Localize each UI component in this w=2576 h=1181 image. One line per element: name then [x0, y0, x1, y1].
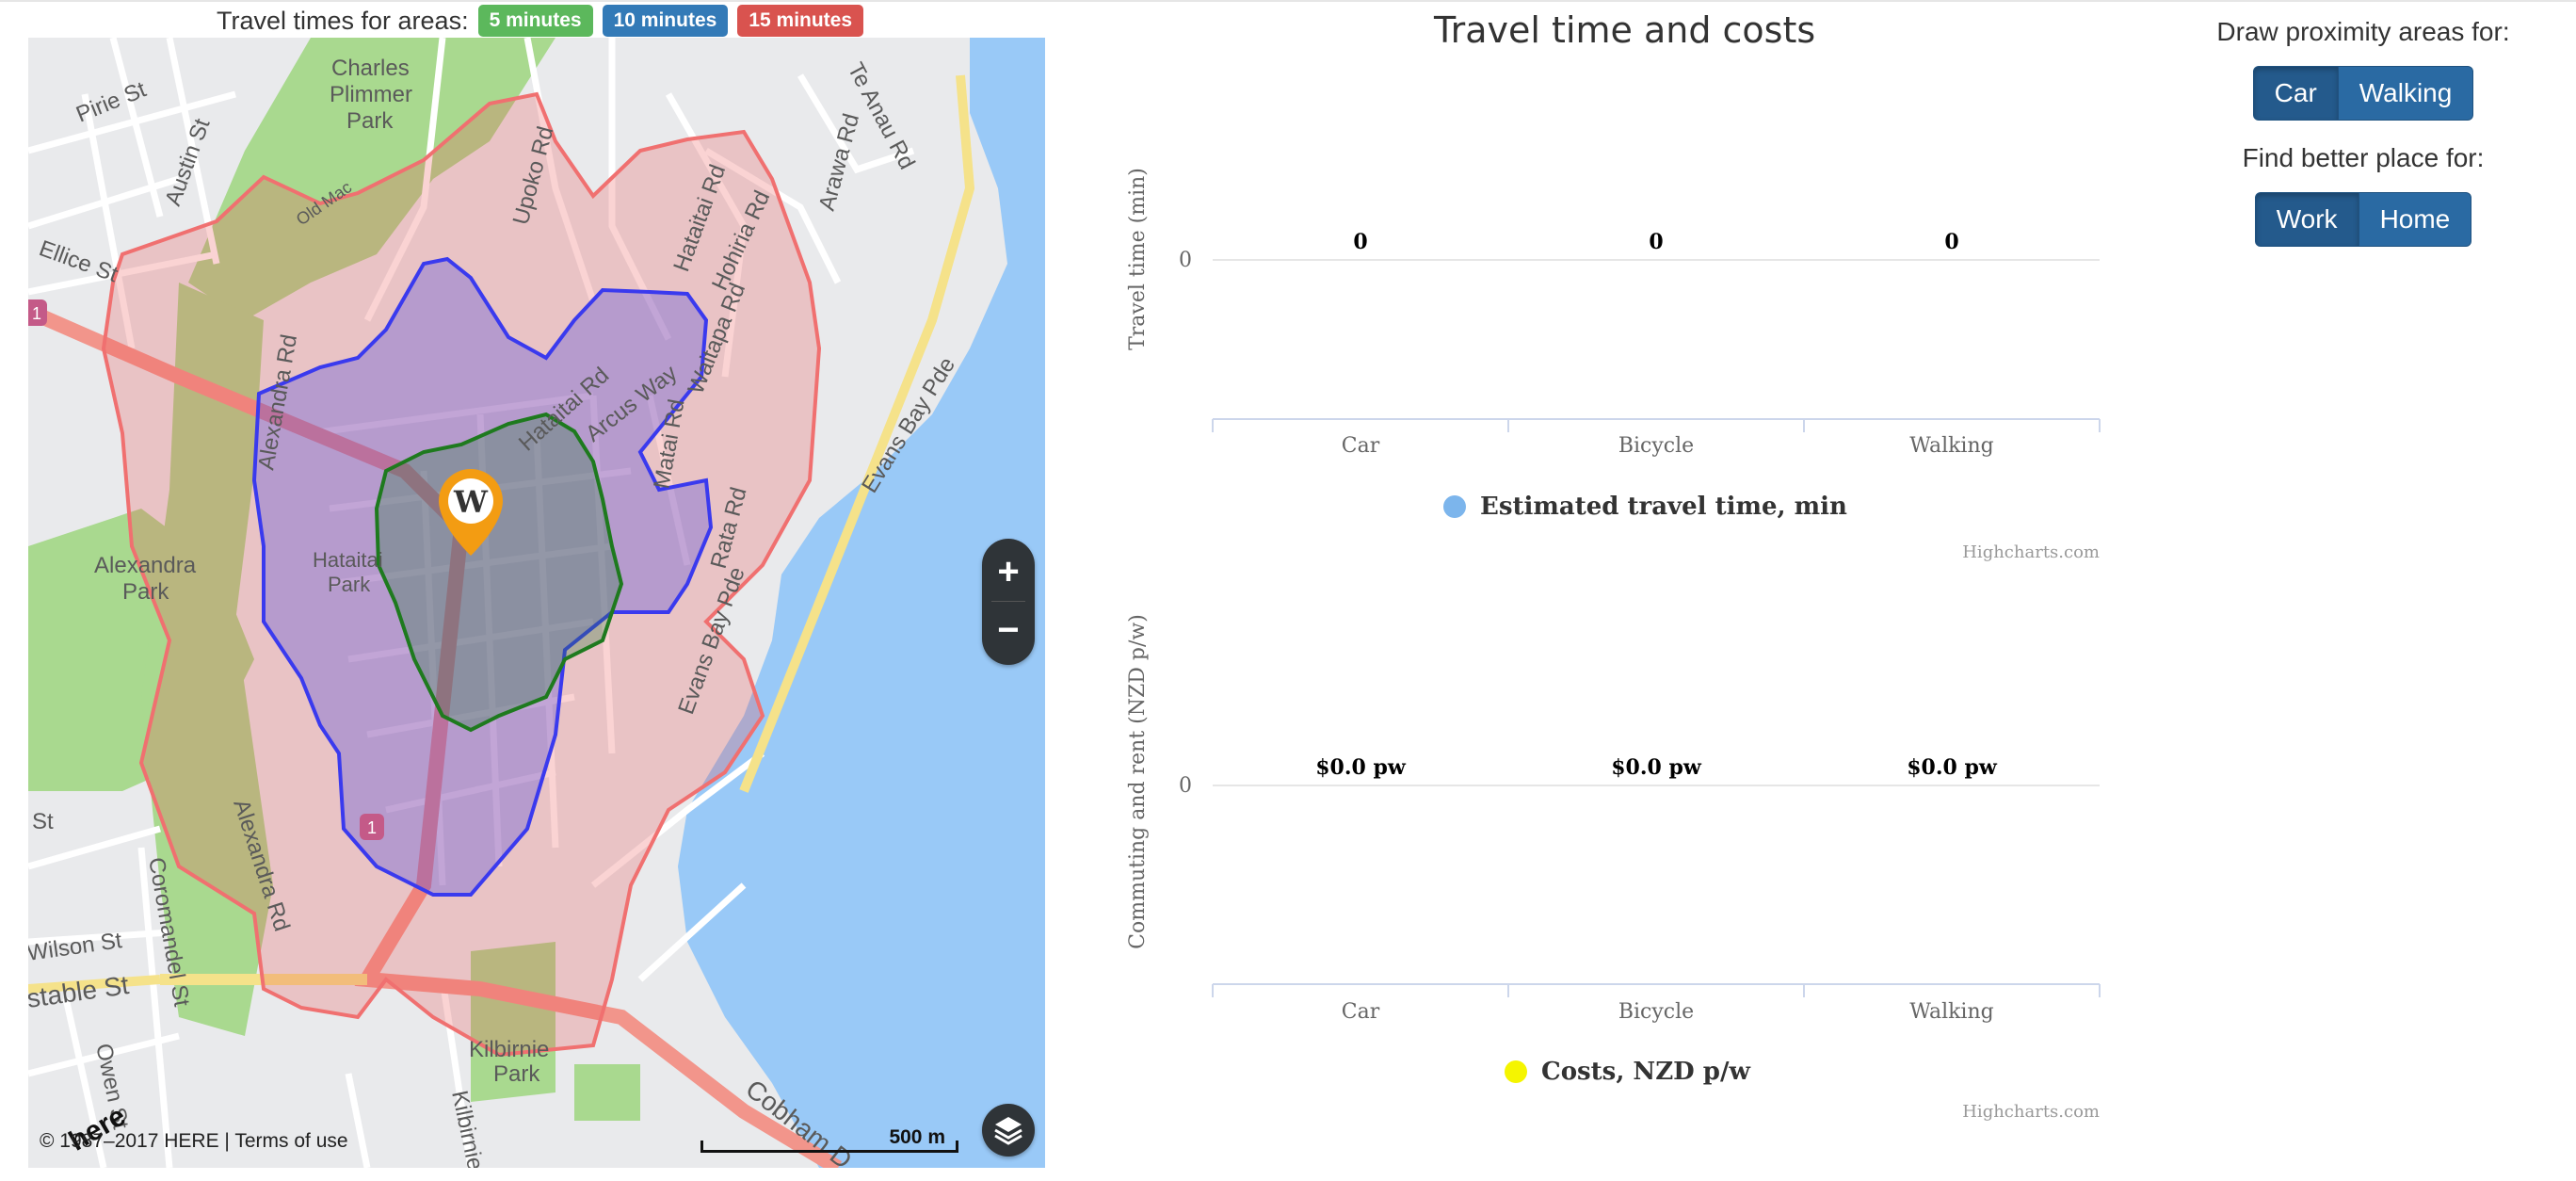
park-label: Plimmer [330, 82, 412, 107]
y-axis-label: Commuting and rent (NZD p/w) [1126, 614, 1150, 949]
y-tick-label: 0 [1179, 249, 1192, 272]
map-copyright[interactable]: © 1987–2017 HERE | Terms of use [40, 1130, 348, 1153]
zoom-in-button[interactable]: + [982, 546, 1035, 597]
car-button[interactable]: Car [2252, 66, 2339, 121]
x-axis-ticks [1212, 419, 2101, 432]
y-axis-label: Travel time (min) [1126, 168, 1150, 350]
data-label: $0.0 pw [1315, 755, 1407, 780]
street-label: Kilbirnie Cres [446, 1089, 499, 1168]
better-place-button-group: Work Home [2254, 192, 2472, 247]
category-labels: Car Bicycle Walking [1342, 1000, 1994, 1024]
category-label: Walking [1909, 1000, 1993, 1024]
park-label: Hataitai [313, 548, 383, 572]
legend-item[interactable]: Estimated travel time, min [1480, 493, 1847, 521]
park-label: Park [328, 573, 371, 596]
highcharts-credits[interactable]: Highcharts.com [1962, 542, 2100, 562]
legend-item[interactable]: Costs, NZD p/w [1541, 1058, 1750, 1086]
x-axis-ticks [1212, 984, 2101, 997]
data-label: 0 [1649, 230, 1663, 254]
badge-15-minutes[interactable]: 15 minutes [737, 5, 864, 37]
category-label: Car [1342, 1000, 1380, 1024]
map-layers-button[interactable] [982, 1104, 1035, 1157]
route-shield: 1 [360, 814, 384, 840]
marker-letter: W [453, 484, 489, 520]
svg-text:1: 1 [32, 304, 41, 323]
y-tick-label: 0 [1179, 774, 1192, 798]
top-divider [0, 0, 2576, 2]
zoom-control: + − [982, 539, 1035, 665]
category-label: Bicycle [1618, 1000, 1694, 1024]
category-label: Bicycle [1618, 434, 1694, 458]
badge-10-minutes[interactable]: 10 minutes [602, 5, 729, 37]
park-label: Park [346, 108, 394, 134]
svg-text:1: 1 [367, 818, 377, 837]
legend-marker[interactable] [1505, 1060, 1527, 1083]
scale-line [700, 1141, 958, 1153]
category-label: Car [1342, 434, 1380, 458]
map-canvas[interactable]: Pirie St Austin St Ellice St Charles Pli… [28, 38, 1045, 1168]
zoom-out-button[interactable]: − [982, 605, 1035, 655]
park-label: Charles [331, 56, 410, 81]
proximity-button-group: Car Walking [2252, 66, 2474, 121]
data-labels: 0 0 0 [1353, 230, 1958, 254]
street-label: Wilson St [28, 928, 124, 966]
route-shield: 1 [28, 299, 47, 326]
work-button[interactable]: Work [2254, 192, 2359, 247]
park-label: Kilbirnie [469, 1037, 549, 1062]
park-label: Park [493, 1061, 540, 1087]
data-label: $0.0 pw [1611, 755, 1702, 780]
street-label: St [32, 809, 54, 834]
map-scale: 500 m [700, 1126, 958, 1155]
layers-icon [994, 1117, 1022, 1145]
legend-title: Travel times for areas: [217, 6, 469, 35]
costs-chart: Commuting and rent (NZD p/w) 0 $0.0 pw $0… [1111, 593, 2109, 1140]
travel-time-chart: Travel time (min) 0 0 0 0 Car Bicycle Walkin… [1111, 113, 2109, 574]
data-label: 0 [1353, 230, 1367, 254]
badge-5-minutes[interactable]: 5 minutes [477, 5, 593, 37]
better-place-label: Find better place for: [2242, 143, 2485, 172]
travel-time-chart-svg: Travel time (min) 0 0 0 0 Car Bicycle Walkin… [1126, 168, 2101, 562]
category-label: Walking [1909, 434, 1993, 458]
proximity-label: Draw proximity areas for: [2216, 17, 2510, 46]
park-area [574, 1064, 640, 1121]
street-label: stable St [28, 970, 131, 1013]
walking-button[interactable]: Walking [2338, 66, 2474, 121]
data-label: 0 [1944, 230, 1958, 254]
street-label: Austin St [160, 115, 215, 209]
park-label: Alexandra [94, 553, 197, 578]
legend-marker[interactable] [1443, 495, 1466, 518]
costs-chart-svg: Commuting and rent (NZD p/w) 0 $0.0 pw $0… [1126, 614, 2101, 1122]
zoom-divider [991, 601, 1025, 602]
category-labels: Car Bicycle Walking [1342, 434, 1994, 458]
park-label: Park [122, 579, 169, 605]
home-button[interactable]: Home [2359, 192, 2472, 247]
street-label: Arawa Rd [814, 111, 864, 214]
travel-times-legend: Travel times for areas: 5 minutes 10 min… [217, 4, 864, 38]
data-label: $0.0 pw [1907, 755, 1998, 780]
data-labels: $0.0 pw $0.0 pw $0.0 pw [1315, 755, 1998, 780]
map-view[interactable]: Pirie St Austin St Ellice St Charles Pli… [28, 38, 1045, 1168]
highcharts-credits[interactable]: Highcharts.com [1962, 1102, 2100, 1122]
side-controls: Draw proximity areas for: Car Walking Fi… [2194, 13, 2533, 266]
charts-title: Travel time and costs [1434, 9, 1816, 51]
